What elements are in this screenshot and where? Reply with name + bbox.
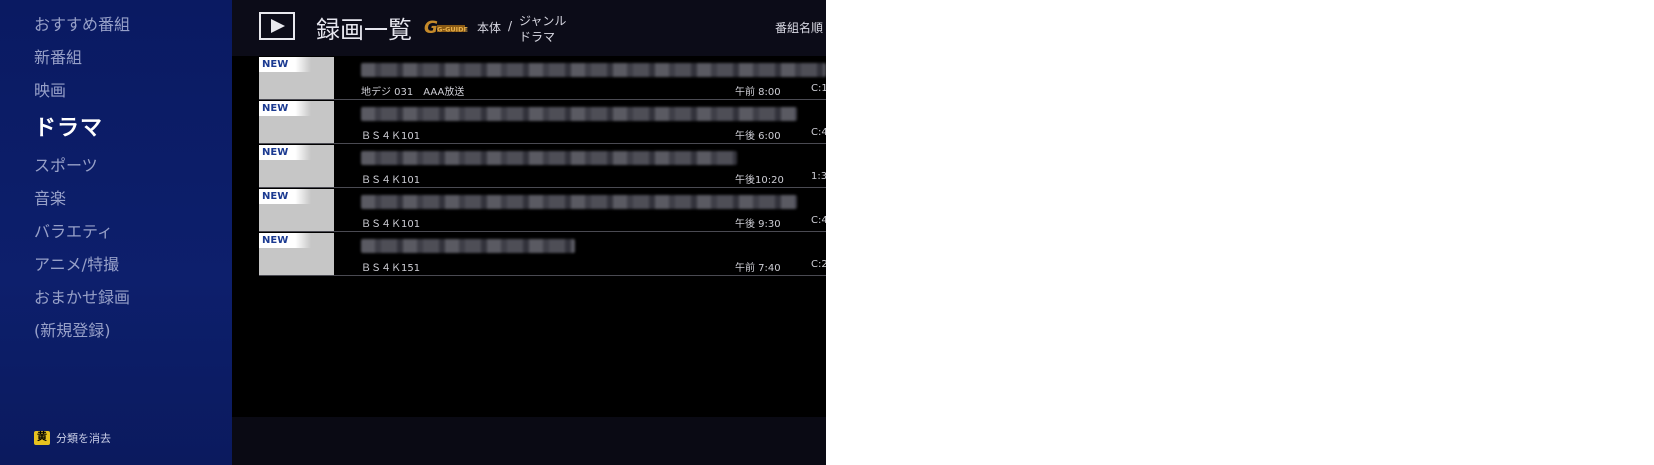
- recording-time: 午後 9:30: [735, 219, 781, 230]
- sidebar-item-new-registration[interactable]: (新規登録): [34, 317, 111, 341]
- recording-title-blurred: [361, 239, 575, 253]
- recording-duration: C:4: [811, 127, 826, 138]
- recording-channel: 地デジ 031 AAA放送: [361, 87, 465, 98]
- recording-row[interactable]: NEW ＢＳ４Ｋ101 午後10:20 1:3: [259, 145, 826, 188]
- new-badge: NEW: [259, 145, 311, 160]
- sidebar-item-music[interactable]: 音楽: [34, 185, 66, 209]
- recording-title-blurred: [361, 151, 737, 165]
- recording-thumbnail: NEW: [259, 233, 334, 275]
- svg-text:G: G: [424, 18, 438, 37]
- recording-duration: C:1: [811, 83, 826, 94]
- recording-thumbnail: NEW: [259, 145, 334, 187]
- sidebar-item-drama[interactable]: ドラマ: [34, 110, 103, 142]
- yellow-key-icon: 黄: [34, 431, 50, 445]
- storage-source-label[interactable]: 本体: [477, 19, 501, 36]
- sidebar-item-new-programs[interactable]: 新番組: [34, 44, 82, 68]
- play-icon: [259, 12, 295, 40]
- recording-thumbnail: NEW: [259, 57, 334, 99]
- recording-row[interactable]: NEW ＢＳ４Ｋ101 午後 9:30 C:4: [259, 189, 826, 232]
- recording-duration: C:2: [811, 259, 826, 270]
- recording-title-blurred: [361, 107, 797, 121]
- gguide-logo: G G-GUIDE: [424, 18, 468, 37]
- genre-filter-value: ドラマ: [519, 30, 556, 44]
- sidebar-item-sports[interactable]: スポーツ: [34, 152, 98, 176]
- recording-time: 午前 7:40: [735, 263, 781, 274]
- recording-channel: ＢＳ４Ｋ151: [361, 263, 421, 274]
- recording-time: 午前 8:00: [735, 87, 781, 98]
- sidebar-item-auto-record[interactable]: おまかせ録画: [34, 284, 130, 308]
- recording-row[interactable]: NEW ＢＳ４Ｋ101 午後 6:00 C:4: [259, 101, 826, 144]
- sidebar-item-movies[interactable]: 映画: [34, 77, 66, 101]
- recording-channel: ＢＳ４Ｋ101: [361, 219, 421, 230]
- new-badge: NEW: [259, 57, 311, 72]
- page-title: 録画一覧: [316, 16, 412, 44]
- recording-channel: ＢＳ４Ｋ101: [361, 175, 421, 186]
- recording-row[interactable]: NEW 地デジ 031 AAA放送 午前 8:00 C:1: [259, 57, 826, 100]
- gguide-logo-text: G-GUIDE: [437, 26, 468, 34]
- clear-category-label: 分類を消去: [56, 432, 111, 445]
- recording-duration: C:4: [811, 215, 826, 226]
- screen: おすすめ番組 新番組 映画 ドラマ スポーツ 音楽 バラエティ アニメ/特撮 お…: [0, 0, 826, 465]
- recording-thumbnail: NEW: [259, 189, 334, 231]
- recording-channel: ＢＳ４Ｋ101: [361, 131, 421, 142]
- sidebar-item-variety[interactable]: バラエティ: [34, 218, 113, 242]
- recording-duration: 1:3: [811, 171, 826, 182]
- recording-time: 午後 6:00: [735, 131, 781, 142]
- bottom-bar: [232, 417, 826, 465]
- recording-title-blurred: [361, 195, 797, 209]
- recording-thumbnail: NEW: [259, 101, 334, 143]
- new-badge: NEW: [259, 233, 311, 248]
- recording-time: 午後10:20: [735, 175, 784, 186]
- recording-title-blurred: [361, 63, 826, 77]
- genre-filter-label: ジャンル: [519, 14, 567, 28]
- new-badge: NEW: [259, 101, 311, 116]
- sidebar-item-anime[interactable]: アニメ/特撮: [34, 251, 119, 275]
- header-bar: 録画一覧 G G-GUIDE 本体 / ジャンル ドラマ 番組名順: [232, 0, 826, 56]
- breadcrumb-separator: /: [508, 19, 513, 33]
- sidebar-item-recommended[interactable]: おすすめ番組: [34, 11, 130, 35]
- recording-row[interactable]: NEW ＢＳ４Ｋ151 午前 7:40 C:2: [259, 233, 826, 276]
- sort-order-label[interactable]: 番組名順: [775, 19, 823, 36]
- genre-sidebar: おすすめ番組 新番組 映画 ドラマ スポーツ 音楽 バラエティ アニメ/特撮 お…: [0, 0, 232, 465]
- new-badge: NEW: [259, 189, 311, 204]
- clear-category-hint[interactable]: 黄 分類を消去: [34, 430, 111, 446]
- recording-list: NEW 地デジ 031 AAA放送 午前 8:00 C:1 NEW ＢＳ４Ｋ10…: [259, 57, 826, 277]
